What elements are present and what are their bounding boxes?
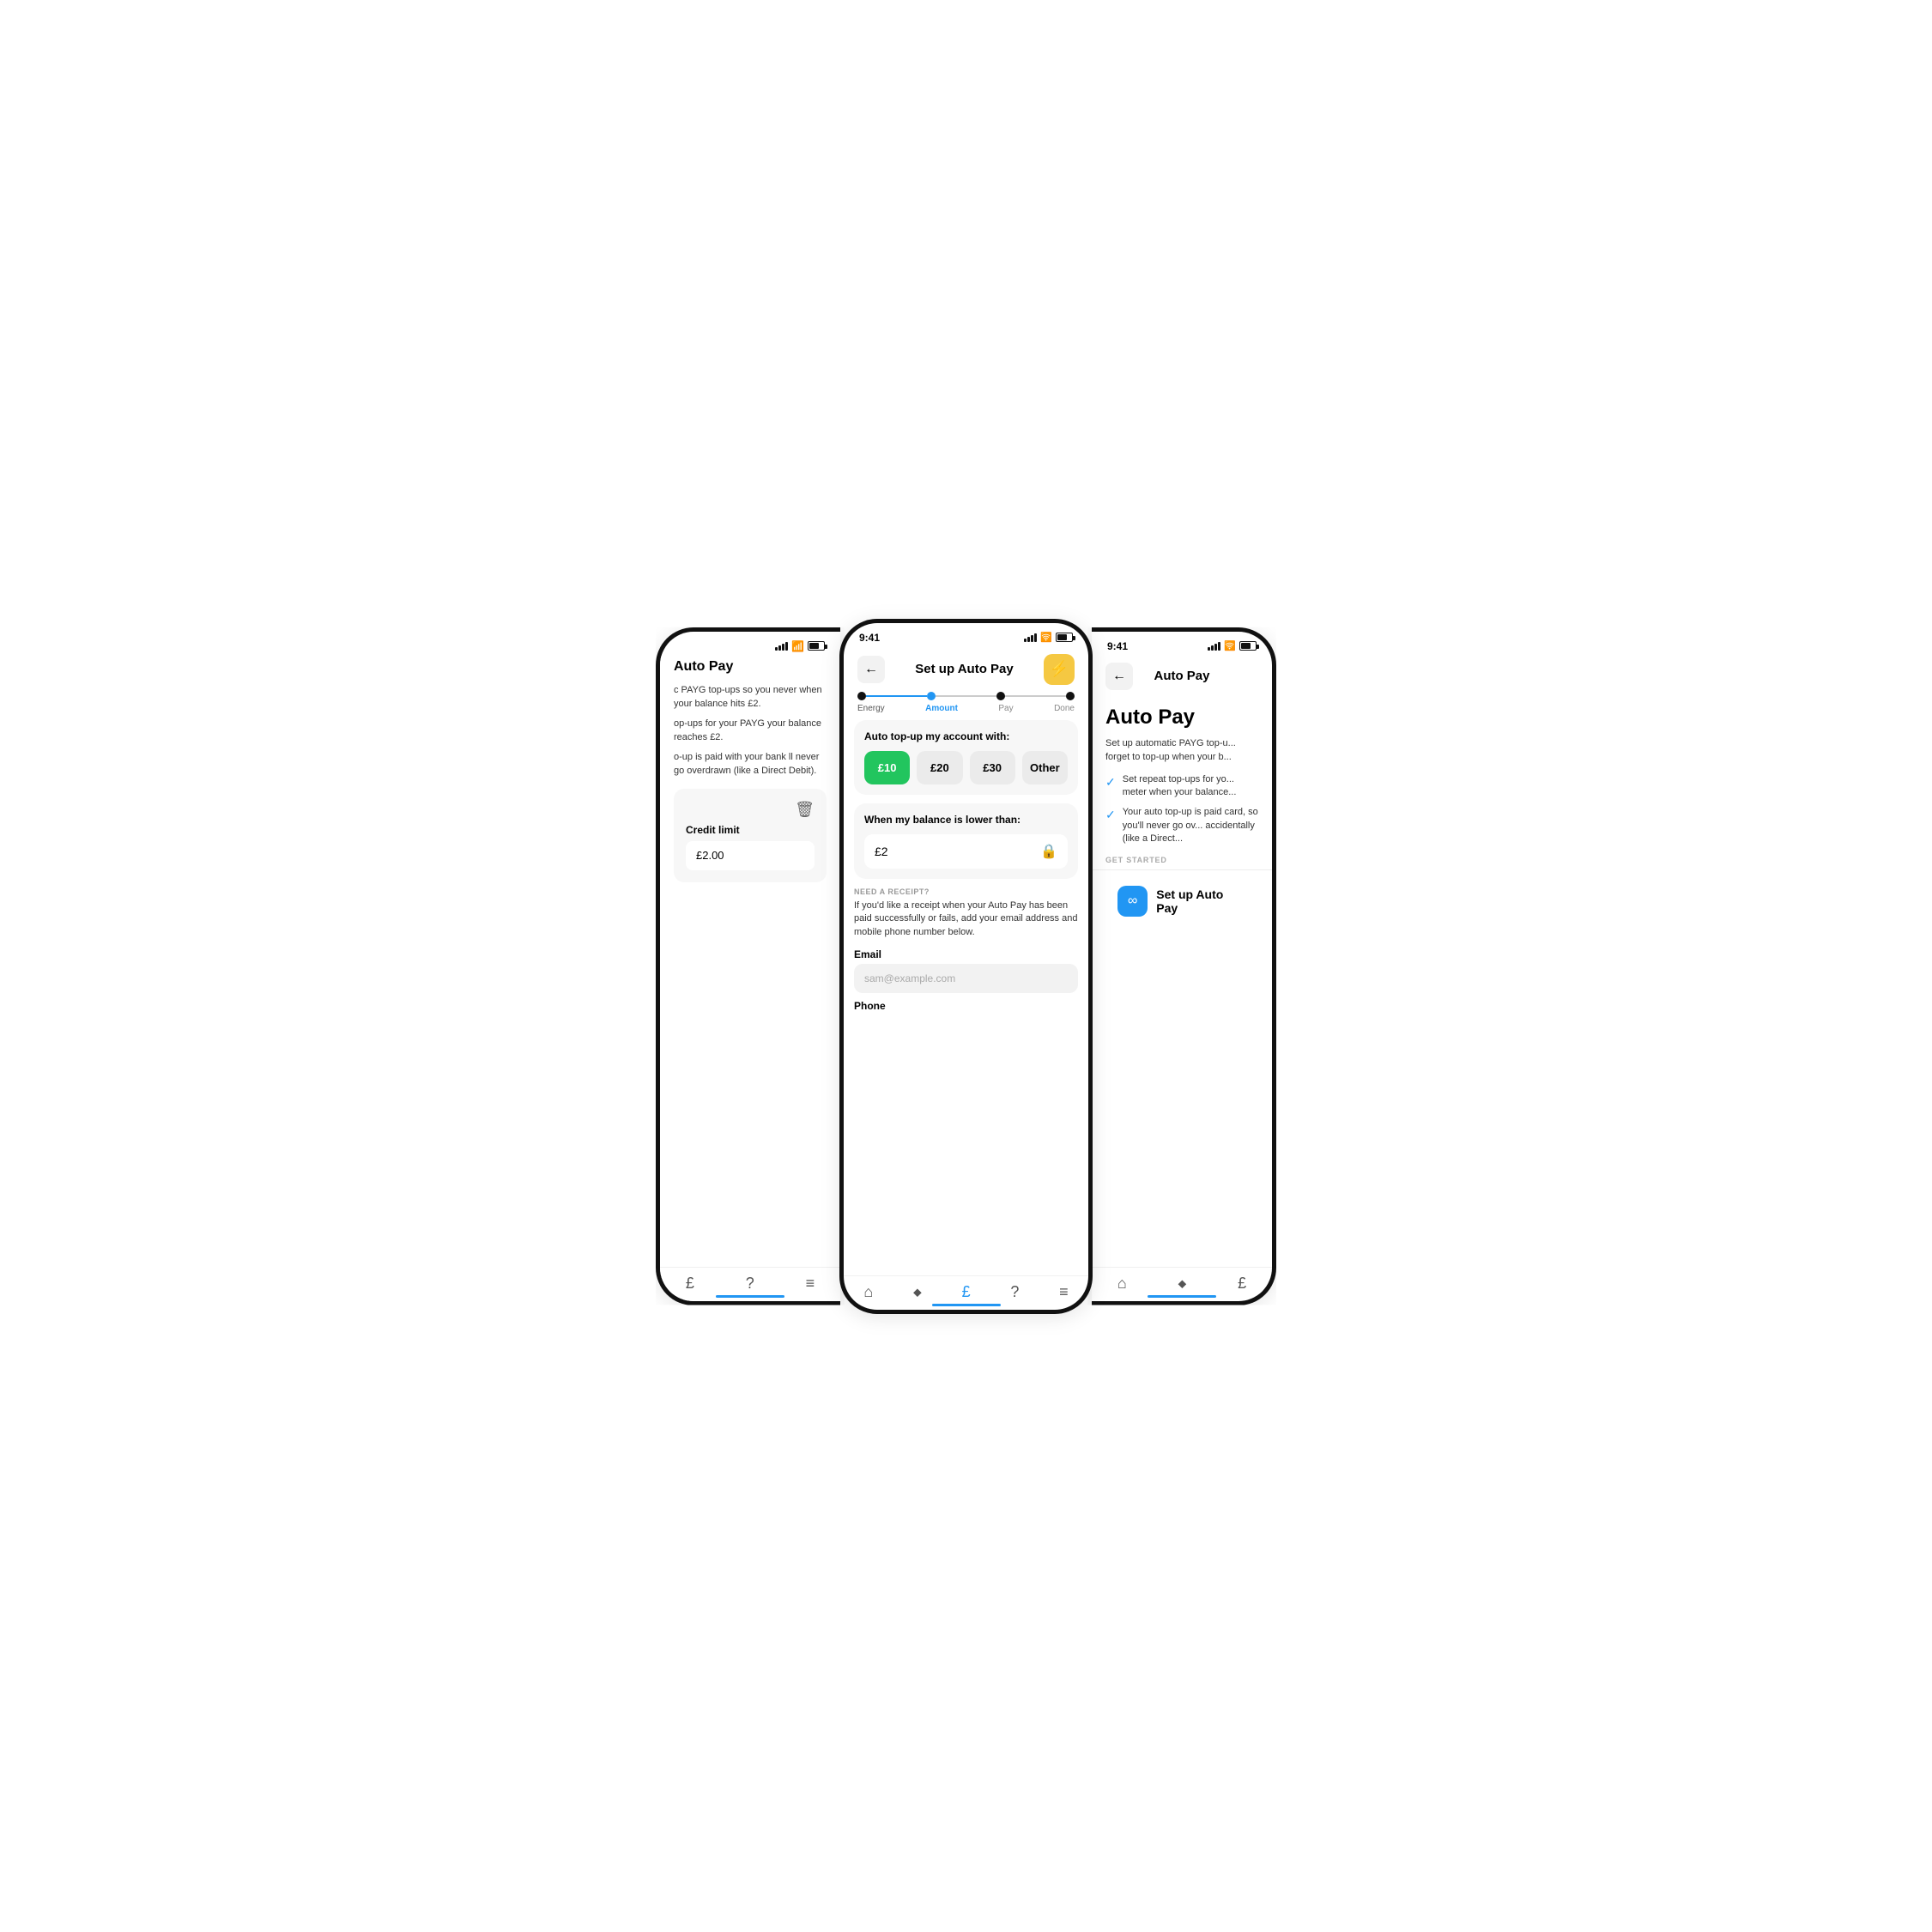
email-label: Email [854,948,1078,960]
step-line-1 [866,695,927,697]
lightning-button[interactable]: ⚡ [1044,654,1075,685]
nav-bill-icon[interactable]: £ [962,1283,971,1301]
back-icon: ← [864,662,878,677]
step-label-done: Done [1054,704,1075,713]
left-phone: 📶 Auto Pay c PAYG top-ups so you never w… [656,627,840,1305]
right-header-title: Auto Pay [1154,669,1209,683]
balance-value: £2 [875,845,888,858]
left-bottom-nav: £ ? ≡ [660,1267,840,1301]
right-nav-home-icon[interactable]: ⌂ [1117,1275,1127,1293]
left-desc-1: c PAYG top-ups so you never when your ba… [674,683,827,712]
amount-btn-30[interactable]: £30 [970,751,1015,784]
nav-help-center-icon[interactable]: ? [1010,1283,1019,1301]
step-dot-pay [996,692,1005,700]
right-main-title: Auto Pay [1105,706,1258,730]
right-back-icon: ← [1112,669,1126,684]
right-check-2-text: Your auto top-up is paid card, so you'll… [1123,806,1258,845]
email-field-group: Email sam@example.com [854,948,1078,993]
nav-home-icon[interactable]: ⌂ [863,1283,873,1301]
receipt-description: If you'd like a receipt when your Auto P… [854,899,1078,941]
right-nav-currency-icon[interactable]: £ [1238,1275,1246,1293]
step-dot-done [1066,692,1075,700]
amount-buttons-group: £10 £20 £30 Other [864,751,1068,784]
step-dot-energy [857,692,866,700]
topup-label: Auto top-up my account with: [864,730,1068,742]
center-bottom-nav: ⌂ ⬥ £ ? ≡ [844,1275,1088,1310]
center-header-title: Set up Auto Pay [915,662,1013,676]
balance-section: When my balance is lower than: £2 🔒 [854,803,1078,879]
right-back-button[interactable]: ← [1105,663,1133,690]
receipt-section: NEED A RECEIPT? If you'd like a receipt … [844,887,1088,1013]
nav-menu-center-icon[interactable]: ≡ [1059,1283,1069,1301]
step-line-2 [936,695,996,697]
step-label-amount: Amount [925,704,958,713]
phone-label: Phone [854,1000,1078,1012]
left-desc-2: op-ups for your PAYG your balance reache… [674,717,827,745]
delete-icon[interactable]: 🗑 [686,801,815,819]
left-desc-3: o-up is paid with your bank ll never go … [674,750,827,778]
setup-autopay-button[interactable]: ∞ Set up Auto Pay [1105,877,1258,925]
back-button[interactable]: ← [857,656,885,683]
right-phone: 9:41 🛜 ← Auto Pay Auto Pay Set up automa… [1092,627,1276,1305]
right-nav-activity-icon[interactable]: ⬥ [1178,1276,1187,1291]
nav-menu-icon[interactable]: ≡ [806,1275,815,1293]
left-status-bar: 📶 [660,632,840,656]
credit-amount: £2.00 [696,849,724,862]
step-dot-amount [927,692,936,700]
checkmark-icon-1: ✓ [1105,774,1116,791]
right-content: Auto Pay Set up automatic PAYG top-u... … [1092,697,1272,1267]
right-check-2: ✓ Your auto top-up is paid card, so you'… [1105,806,1258,845]
right-check-1-text: Set repeat top-ups for yo... meter when … [1123,773,1258,800]
right-checks-list: ✓ Set repeat top-ups for yo... meter whe… [1105,773,1258,846]
center-status-bar: 9:41 🛜 [844,623,1088,647]
lightning-icon: ⚡ [1050,660,1069,678]
checkmark-icon-2: ✓ [1105,807,1116,824]
credit-limit-label: Credit limit [686,824,815,836]
right-header: ← Auto Pay [1092,656,1272,697]
amount-btn-other[interactable]: Other [1022,751,1068,784]
center-header: ← Set up Auto Pay ⚡ [844,647,1088,692]
amount-btn-10[interactable]: £10 [864,751,910,784]
left-header-title: Auto Pay [674,659,827,675]
step-label-pay: Pay [998,704,1013,713]
center-phone: 9:41 🛜 ← Set up Auto Pay ⚡ [839,619,1093,1314]
progress-bar-container: Energy Amount Pay Done [844,692,1088,720]
right-desc: Set up automatic PAYG top-u... forget to… [1105,736,1258,765]
get-started-label: GET STARTED [1092,856,1272,864]
nav-activity-icon[interactable]: ⬥ [913,1285,922,1299]
balance-label: When my balance is lower than: [864,814,1068,826]
receipt-heading: NEED A RECEIPT? [854,887,1078,896]
balance-row: £2 🔒 [864,834,1068,869]
email-input[interactable]: sam@example.com [854,964,1078,993]
right-time: 9:41 [1107,640,1128,652]
right-bottom-nav: ⌂ ⬥ £ [1092,1267,1272,1301]
phone-field-group: Phone [854,1000,1078,1012]
step-label-energy: Energy [857,704,885,713]
center-time: 9:41 [859,632,880,644]
nav-currency-icon[interactable]: £ [686,1275,694,1293]
setup-btn-label: Set up Auto Pay [1156,887,1246,915]
amount-btn-20[interactable]: £20 [917,751,962,784]
topup-section: Auto top-up my account with: £10 £20 £30… [854,720,1078,795]
right-status-bar: 9:41 🛜 [1092,632,1272,656]
lock-icon: 🔒 [1040,843,1057,860]
nav-help-icon[interactable]: ? [746,1275,754,1293]
infinity-icon: ∞ [1117,886,1148,917]
step-line-3 [1005,695,1066,697]
right-check-1: ✓ Set repeat top-ups for yo... meter whe… [1105,773,1258,800]
